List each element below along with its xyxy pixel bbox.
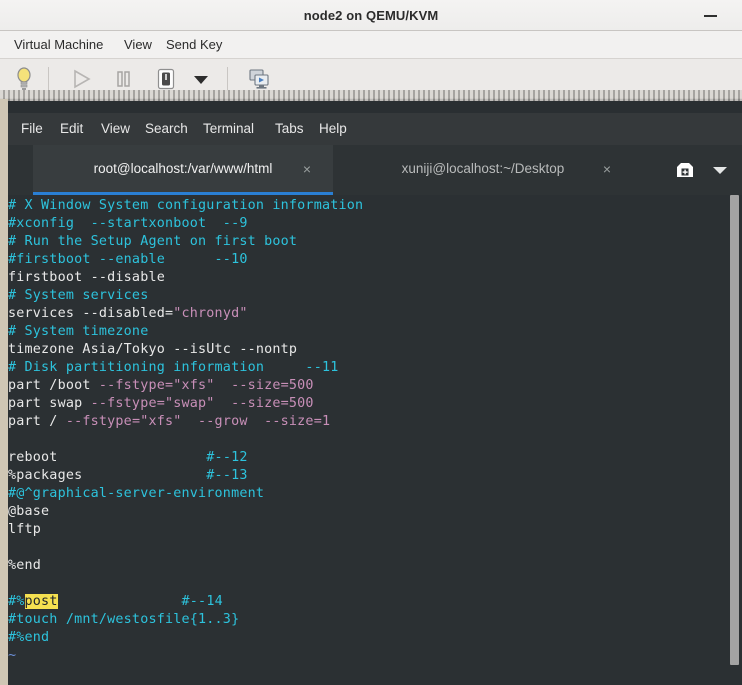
terminal-menu-terminal[interactable]: Terminal: [198, 113, 259, 145]
editor-text-span: %packages: [8, 468, 207, 483]
editor-text-span: %end: [8, 558, 42, 573]
terminal-menu-tabs[interactable]: Tabs: [270, 113, 309, 145]
terminal-window: File Edit View Search Terminal Tabs Help xunij…: [8, 113, 742, 685]
scrollbar-thumb[interactable]: [730, 195, 739, 665]
editor-line: firstboot --disable: [8, 269, 363, 287]
editor-text-span: lftp: [8, 522, 42, 537]
editor-text-span: timezone Asia/Tokyo --isUtc --nontp: [8, 342, 298, 357]
editor-line: %end: [8, 557, 363, 575]
editor-text-span: # X Window System configuration informat…: [8, 198, 364, 213]
editor-text-span: part /: [8, 414, 66, 429]
editor-text-span: services --disabled=: [8, 306, 174, 321]
editor-line: # Run the Setup Agent on first boot: [8, 233, 363, 251]
editor-line: #%post #--14: [8, 593, 363, 611]
editor-text-span: #@^graphical-server-environment: [8, 486, 265, 501]
terminal-tab-label: xuniji@localhost:~/Desktop: [401, 161, 565, 176]
terminal-tab[interactable]: xuniji@localhost:~/Desktop ×: [333, 145, 633, 195]
editor-text-span: #%: [8, 594, 25, 609]
terminal-menu-edit[interactable]: Edit: [55, 113, 88, 145]
editor-text-span: ~: [8, 648, 17, 663]
editor-line: part / --fstype="xfs" --grow --size=1: [8, 413, 363, 431]
editor-line: services --disabled="chronyd": [8, 305, 363, 323]
editor-text-span: --fstype="swap" --size=500: [90, 396, 314, 411]
minimize-button[interactable]: [698, 0, 724, 31]
editor-line: #%end: [8, 629, 363, 647]
terminal-menu-search[interactable]: Search: [140, 113, 193, 145]
vm-titlebar: node2 on QEMU/KVM: [0, 0, 742, 31]
terminal-tabbar: xuniji@localhost:~/Desktop × root@localhos…: [8, 145, 742, 195]
editor-text-span: part /boot: [8, 378, 99, 393]
search-match-highlight: post: [24, 594, 58, 609]
vm-menu-virtual-machine[interactable]: Virtual Machine: [8, 31, 109, 59]
editor-text-span: # Run the Setup Agent on first boot: [8, 234, 298, 249]
editor-text-span: #%end: [8, 630, 50, 645]
editor-line: # System timezone: [8, 323, 363, 341]
vm-menubar: Virtual Machine View Send Key: [0, 31, 742, 59]
new-tab-button[interactable]: [672, 157, 698, 183]
obscured-window-titlebar: [0, 90, 742, 101]
toolbar-divider-2: [227, 67, 228, 91]
close-icon[interactable]: ×: [598, 160, 616, 178]
editor-text-span: part swap: [8, 396, 91, 411]
terminal-menu-view[interactable]: View: [96, 113, 135, 145]
terminal-tab-label: root@localhost:/var/www/html: [93, 161, 273, 176]
editor-text-span: #firstboot --enable --10: [8, 252, 248, 267]
editor-line: reboot #--12: [8, 449, 363, 467]
editor-text-span: #--14: [181, 594, 223, 609]
editor-line: # System services: [8, 287, 363, 305]
editor-text-span: --fstype="xfs" --size=500: [98, 378, 314, 393]
editor-text-span: # Disk partitioning information --11: [8, 360, 339, 375]
page-title: node2 on QEMU/KVM: [303, 8, 439, 23]
editor-text-span: reboot: [8, 450, 207, 465]
editor-line: # Disk partitioning information --11: [8, 359, 363, 377]
editor-line: part /boot --fstype="xfs" --size=500: [8, 377, 363, 395]
vm-menu-view[interactable]: View: [118, 31, 158, 59]
chevron-down-icon: [713, 167, 727, 174]
terminal-scrollbar[interactable]: [730, 195, 739, 685]
editor-line: lftp: [8, 521, 363, 539]
editor-text-span: firstboot --disable: [8, 270, 165, 285]
terminal-menu-help[interactable]: Help: [314, 113, 352, 145]
editor-text-span: #touch /mnt/westosfile{1..3}: [8, 612, 240, 627]
editor-text-span: #--13: [206, 468, 248, 483]
editor-line: #firstboot --enable --10: [8, 251, 363, 269]
editor-text-span: #--12: [206, 450, 248, 465]
tab-list-button[interactable]: [708, 157, 732, 183]
editor-line: #touch /mnt/westosfile{1..3}: [8, 611, 363, 629]
vim-editor-text: # X Window System configuration informat…: [8, 195, 363, 665]
close-icon[interactable]: ×: [298, 160, 316, 178]
editor-line: %packages #--13: [8, 467, 363, 485]
editor-text-span: --fstype="xfs" --grow --size=1: [65, 414, 331, 429]
editor-line: @base: [8, 503, 363, 521]
terminal-menubar: File Edit View Search Terminal Tabs Help: [8, 113, 742, 145]
terminal-tab[interactable]: root@localhost:/var/www/html ×: [33, 145, 333, 195]
vm-menu-send-key[interactable]: Send Key: [160, 31, 228, 59]
editor-text-span: [58, 594, 182, 609]
editor-text-span: # System timezone: [8, 324, 149, 339]
editor-line: ~: [8, 647, 363, 665]
editor-text-span: # System services: [8, 288, 149, 303]
editor-text-span: "chronyd": [173, 306, 248, 321]
editor-text-span: #xconfig --startxonboot --9: [8, 216, 248, 231]
editor-line: #@^graphical-server-environment: [8, 485, 363, 503]
editor-line: # X Window System configuration informat…: [8, 197, 363, 215]
editor-line: #xconfig --startxonboot --9: [8, 215, 363, 233]
editor-line: timezone Asia/Tokyo --isUtc --nontp: [8, 341, 363, 359]
terminal-menu-file[interactable]: File: [16, 113, 48, 145]
toolbar-divider: [48, 67, 49, 91]
vm-console-left-strip: [0, 99, 8, 685]
editor-line: part swap --fstype="swap" --size=500: [8, 395, 363, 413]
terminal-content[interactable]: # X Window System configuration informat…: [8, 195, 742, 685]
virt-manager-window: node2 on QEMU/KVM Virtual Machine View Sen…: [0, 0, 742, 685]
editor-text-span: @base: [8, 504, 50, 519]
